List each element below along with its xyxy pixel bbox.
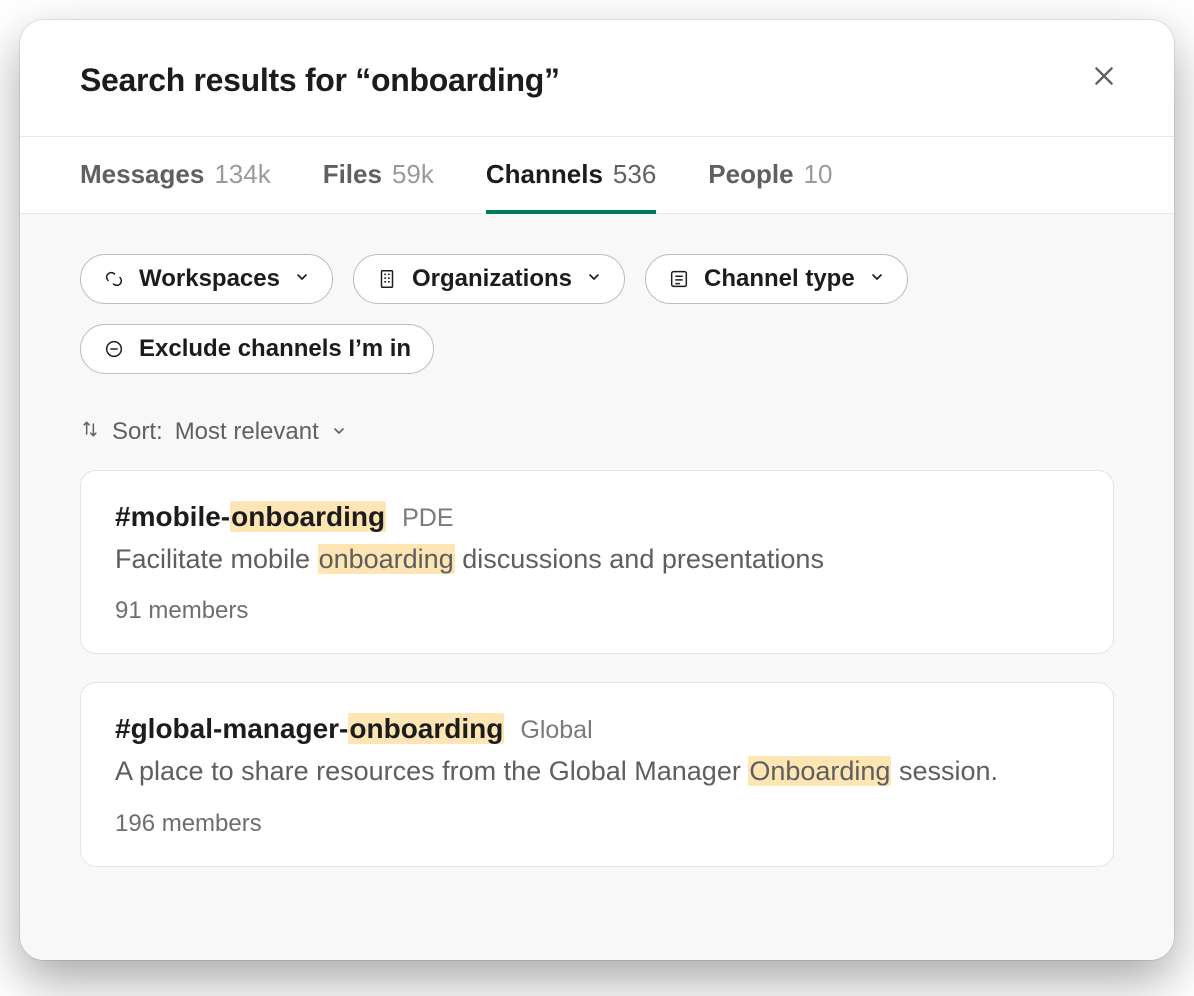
page-title: Search results for “onboarding” [80,62,560,99]
tab-files[interactable]: Files 59k [323,137,434,214]
chevron-down-icon [331,418,347,446]
tabs-row: Messages 134k Files 59k Channels 536 People 10 [20,137,1174,214]
tab-label: People [708,159,793,190]
filter-label: Workspaces [139,265,280,293]
filter-label: Exclude channels I’m in [139,335,411,363]
sort-dropdown[interactable]: Sort: Most relevant [80,418,1114,446]
chevron-down-icon [294,269,310,290]
filter-label: Channel type [704,265,855,293]
results-body: Workspaces Organizations Channel type Exclu… [20,214,1174,960]
channel-workspace: Global [520,716,592,745]
channel-result[interactable]: #global-manager-onboarding Global A place … [80,682,1114,866]
channel-members: 91 members [115,597,1079,625]
filter-exclude-mine[interactable]: Exclude channels I’m in [80,324,434,374]
search-query: onboarding [371,62,544,98]
highlight: onboarding [318,544,455,574]
tab-label: Channels [486,159,603,190]
filter-workspaces[interactable]: Workspaces [80,254,333,304]
title-suffix: ” [544,62,560,98]
tab-people[interactable]: People 10 [708,137,832,214]
channel-members: 196 members [115,810,1079,838]
tab-label: Files [323,159,382,190]
filter-label: Organizations [412,265,572,293]
tab-count: 536 [613,159,656,190]
exclude-icon [103,338,125,360]
tab-count: 59k [392,159,434,190]
tab-label: Messages [80,159,204,190]
organization-icon [376,268,398,290]
chevron-down-icon [586,269,602,290]
tab-channels[interactable]: Channels 536 [486,137,656,214]
filter-organizations[interactable]: Organizations [353,254,625,304]
channel-name: #global-manager-onboarding [115,713,504,745]
dialog-header: Search results for “onboarding” [20,20,1174,137]
channel-type-icon [668,268,690,290]
search-results-dialog: Search results for “onboarding” Messages… [20,20,1174,960]
filter-channel-type[interactable]: Channel type [645,254,908,304]
close-icon [1091,63,1117,97]
workspace-icon [103,268,125,290]
tab-messages[interactable]: Messages 134k [80,137,271,214]
filters-row: Workspaces Organizations Channel type Exclu… [80,254,1114,374]
channel-name: #mobile-onboarding [115,501,386,533]
highlight: Onboarding [748,756,891,786]
sort-prefix: Sort: [112,418,163,446]
sort-icon [80,418,100,446]
title-prefix: Search results for “ [80,62,371,98]
channel-description: A place to share resources from the Glob… [115,753,1079,789]
results-list: #mobile-onboarding PDE Facilitate mobile o… [80,470,1114,867]
channel-workspace: PDE [402,504,453,533]
result-title-row: #global-manager-onboarding Global [115,713,1079,745]
tab-count: 134k [214,159,270,190]
chevron-down-icon [869,269,885,290]
tab-count: 10 [804,159,833,190]
highlight: onboarding [230,501,386,532]
channel-result[interactable]: #mobile-onboarding PDE Facilitate mobile o… [80,470,1114,654]
highlight: onboarding [348,713,504,744]
channel-description: Facilitate mobile onboarding discussions… [115,541,1079,577]
result-title-row: #mobile-onboarding PDE [115,501,1079,533]
close-button[interactable] [1084,60,1124,100]
sort-value: Most relevant [175,418,319,446]
